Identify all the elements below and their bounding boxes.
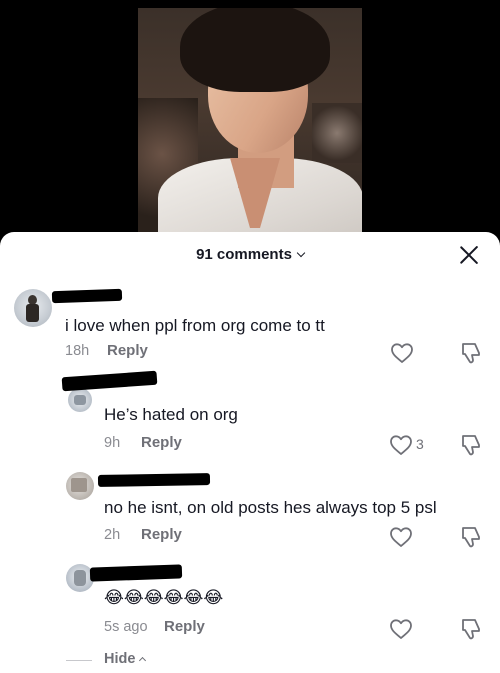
avatar[interactable] — [66, 472, 94, 500]
close-icon[interactable] — [456, 242, 482, 268]
comments-header: 91 comments — [0, 232, 500, 278]
thumbs-down-icon[interactable] — [459, 341, 483, 365]
hide-replies-button[interactable]: Hide — [104, 651, 147, 667]
comments-count-label: 91 comments — [196, 246, 292, 263]
video-area[interactable] — [0, 0, 500, 240]
like-count: 3 — [416, 436, 424, 452]
chevron-up-icon — [139, 656, 147, 665]
comment-time: 2h — [104, 527, 121, 543]
heart-outline-icon[interactable] — [390, 342, 414, 364]
redacted-username — [97, 473, 211, 487]
heart-outline-icon[interactable] — [389, 434, 413, 456]
redacted-username — [89, 564, 183, 582]
redacted-username — [61, 370, 158, 392]
comment-text: no he isnt, on old posts hes always top … — [104, 498, 437, 517]
reply-button[interactable]: Reply — [141, 526, 182, 543]
heart-outline-icon[interactable] — [389, 618, 413, 640]
redacted-username — [51, 288, 123, 304]
comment-time: 9h — [104, 435, 121, 451]
reply-button[interactable]: Reply — [141, 434, 182, 451]
comments-count-toggle[interactable]: 91 comments — [0, 246, 500, 263]
avatar[interactable] — [68, 388, 92, 412]
comment-text: He’s hated on org — [104, 405, 238, 424]
hide-label: Hide — [104, 651, 136, 667]
thumbs-down-icon[interactable] — [459, 433, 483, 457]
comment-time: 5s ago — [104, 619, 148, 635]
video-thumbnail — [138, 8, 362, 240]
chevron-down-icon — [296, 248, 306, 258]
comment-time: 18h — [65, 343, 90, 359]
thumbs-down-icon[interactable] — [459, 525, 483, 549]
comment-text: i love when ppl from org come to tt — [65, 316, 325, 335]
reply-button[interactable]: Reply — [107, 342, 148, 359]
reply-button[interactable]: Reply — [164, 618, 205, 635]
divider — [66, 660, 92, 661]
heart-outline-icon[interactable] — [389, 526, 413, 548]
comments-sheet: 91 comments i love when ppl from org com… — [0, 232, 500, 673]
thumbs-down-icon[interactable] — [459, 617, 483, 641]
comment-text: 😂😂😂😂😂😂 — [104, 588, 224, 607]
avatar[interactable] — [14, 289, 52, 327]
